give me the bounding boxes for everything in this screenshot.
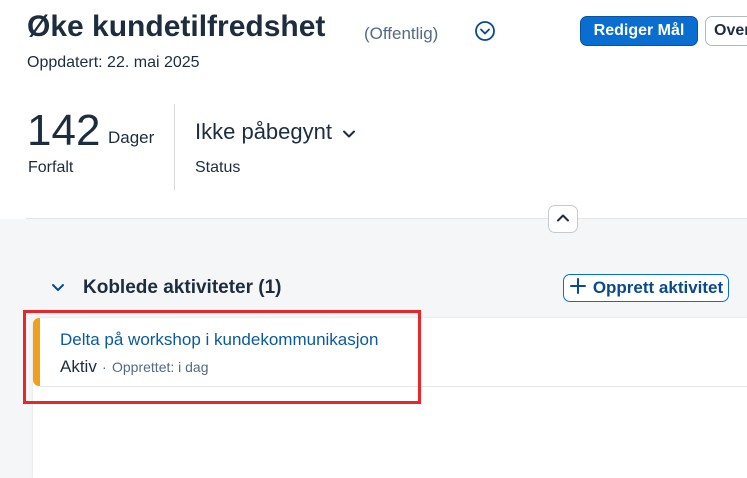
visibility-label: (Offentlig)	[364, 24, 439, 43]
chevron-down-circle-icon[interactable]	[474, 20, 496, 42]
highlight-box	[23, 310, 421, 404]
chevron-up-icon	[556, 210, 570, 228]
overdue-label: Forfalt	[28, 159, 74, 176]
create-activity-label: Opprett aktivitet	[592, 278, 724, 297]
status-value: Ikke påbegynt	[195, 119, 332, 144]
status-dropdown[interactable]: Ikke påbegynt	[195, 119, 356, 145]
section-collapse-chevron-icon[interactable]	[50, 281, 66, 295]
create-activity-button[interactable]: Opprett aktivitet	[563, 274, 729, 302]
plus-icon	[569, 277, 587, 300]
overdue-days-value: 142	[27, 106, 101, 155]
status-label: Status	[195, 159, 241, 176]
chevron-down-icon	[342, 119, 356, 145]
kpi-divider	[174, 104, 175, 190]
collapse-header-button[interactable]	[548, 205, 578, 233]
overflow-button[interactable]: Over	[705, 16, 747, 46]
linked-activities-title: Koblede aktiviteter (1)	[83, 277, 282, 298]
overdue-days-unit: Dager	[108, 128, 155, 147]
header-divider	[26, 218, 747, 219]
page-title: Øke kundetilfredshet	[27, 10, 326, 43]
updated-date: Oppdatert: 22. mai 2025	[27, 54, 200, 71]
edit-goal-button[interactable]: Rediger Mål	[580, 16, 698, 46]
